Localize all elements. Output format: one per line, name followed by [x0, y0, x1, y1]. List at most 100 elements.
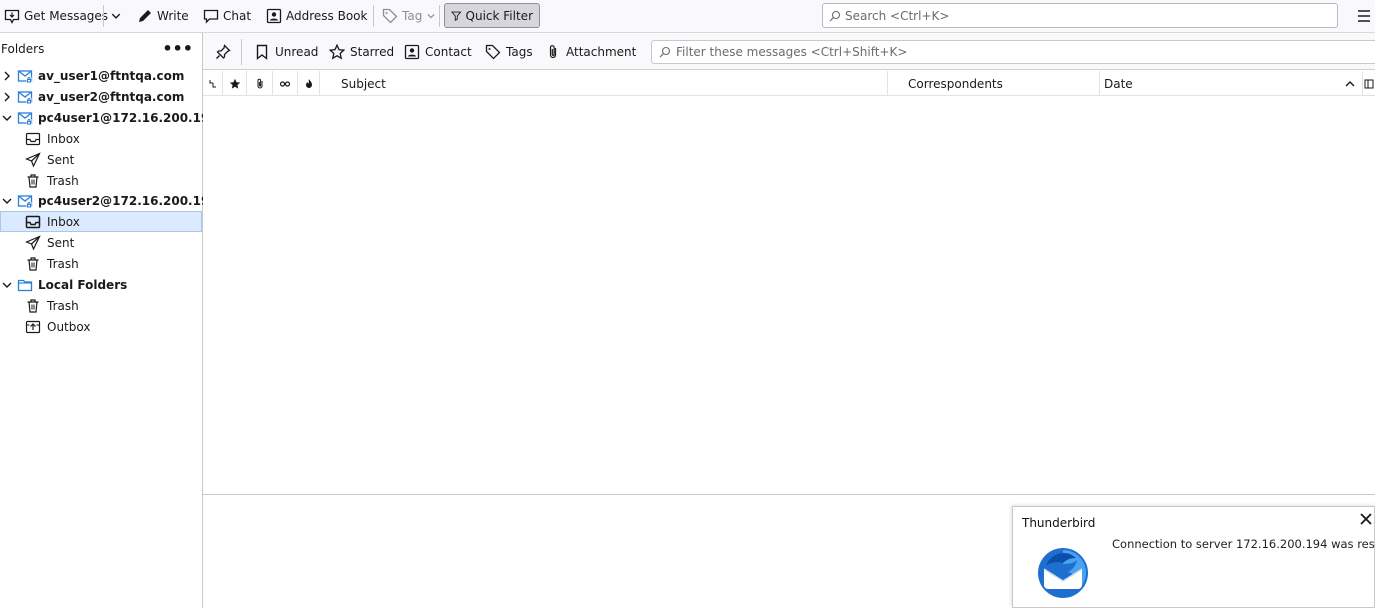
quick-filter-button[interactable]: Quick Filter: [444, 3, 540, 28]
folder-row-trash[interactable]: Trash: [0, 295, 202, 316]
chevron-down-icon[interactable]: [2, 280, 12, 290]
thunderbird-logo-icon: [1038, 548, 1088, 598]
main-toolbar: Get Messages Write Chat Address Book Tag…: [0, 0, 1375, 33]
read-status-icon: [279, 80, 291, 87]
chevron-right-icon[interactable]: [2, 71, 12, 81]
star-icon: [329, 44, 345, 60]
account-name: av_user1@ftntqa.com: [38, 68, 185, 83]
get-messages-dropdown[interactable]: [110, 4, 122, 28]
account-name: pc4user1@172.16.200.194: [38, 110, 218, 125]
contact-card-icon: [404, 44, 420, 60]
folder-pane-header: Folders •••: [0, 33, 202, 65]
star-filled-icon: [229, 78, 240, 89]
global-search-input[interactable]: Search <Ctrl+K>: [822, 3, 1338, 28]
folder-row-sent[interactable]: Sent: [0, 149, 202, 170]
toolbar-separator: [373, 5, 374, 27]
write-button[interactable]: Write: [137, 4, 189, 28]
folder-row-inbox-selected[interactable]: Inbox: [0, 211, 202, 232]
filter-starred-button[interactable]: Starred: [329, 42, 394, 62]
local-folders-row[interactable]: Local Folders: [0, 274, 202, 295]
folder-label: Trash: [47, 256, 79, 271]
sort-ascending-icon: [1345, 81, 1355, 87]
folder-row-inbox[interactable]: Inbox: [0, 128, 202, 149]
column-picker[interactable]: [1363, 71, 1375, 96]
account-name: Local Folders: [38, 277, 128, 292]
account-row[interactable]: pc4user1@172.16.200.194: [0, 107, 218, 128]
column-correspondents[interactable]: Correspondents: [888, 71, 1100, 96]
outbox-icon: [25, 320, 41, 333]
hamburger-menu-icon: [1358, 10, 1370, 22]
chevron-right-icon[interactable]: [2, 92, 12, 102]
account-row[interactable]: av_user1@ftntqa.com: [0, 65, 202, 86]
filter-starred-label: Starred: [350, 45, 395, 59]
toolbar-separator: [103, 5, 104, 27]
inbox-icon: [25, 132, 41, 145]
thread-icon: [209, 79, 216, 87]
column-attachment[interactable]: [247, 71, 273, 96]
tag-icon: [485, 44, 501, 60]
trash-icon: [27, 256, 39, 271]
write-label: Write: [157, 9, 189, 23]
chevron-down-icon[interactable]: [2, 113, 12, 123]
get-messages-button[interactable]: Get Messages: [4, 4, 108, 28]
filter-attachment-label: Attachment: [566, 45, 637, 59]
column-junk[interactable]: [298, 71, 320, 96]
toolbar-separator: [439, 5, 440, 27]
account-row[interactable]: av_user2@ftntqa.com: [0, 86, 202, 107]
folder-pane-more-button[interactable]: •••: [162, 41, 193, 57]
address-book-icon: [266, 8, 282, 24]
inbox-icon: [25, 215, 41, 228]
notification-title: Thunderbird: [1022, 516, 1096, 530]
download-icon: [4, 9, 20, 24]
folder-row-sent[interactable]: Sent: [0, 232, 202, 253]
folder-label: Inbox: [47, 214, 80, 229]
account-name: pc4user2@172.16.200.194: [38, 193, 218, 208]
folder-row-trash[interactable]: Trash: [0, 170, 202, 191]
pin-icon: [216, 44, 231, 59]
column-read-status[interactable]: [273, 71, 298, 96]
filter-messages-input[interactable]: Filter these messages <Ctrl+Shift+K>: [651, 40, 1375, 64]
trash-icon: [27, 298, 39, 313]
tag-icon: [382, 8, 398, 24]
folder-pane: Folders ••• av_user1@ftntqa.com av_user2…: [0, 33, 218, 608]
filter-contact-button[interactable]: Contact: [404, 42, 472, 62]
filter-attachment-button[interactable]: Attachment: [545, 42, 636, 62]
folder-icon: [17, 279, 33, 291]
chevron-down-icon[interactable]: [2, 196, 12, 206]
mail-account-icon: [17, 69, 33, 82]
filter-unread-button[interactable]: Unread: [254, 42, 318, 62]
address-book-label: Address Book: [286, 9, 368, 23]
chevron-down-icon: [111, 13, 121, 19]
paperclip-icon: [257, 78, 262, 88]
close-icon[interactable]: [1359, 512, 1373, 526]
column-subject[interactable]: Subject: [320, 71, 888, 96]
column-starred[interactable]: [223, 71, 247, 96]
mail-account-icon: [17, 194, 33, 207]
chevron-down-icon: [427, 14, 435, 19]
column-subject-label: Subject: [341, 76, 386, 91]
bookmark-icon: [256, 44, 268, 60]
folder-label: Trash: [47, 298, 79, 313]
folder-row-outbox[interactable]: Outbox: [0, 316, 202, 337]
send-icon: [25, 234, 41, 250]
search-icon: [829, 10, 841, 21]
folder-pane-title: Folders: [1, 42, 45, 56]
filter-contact-label: Contact: [425, 45, 472, 59]
filter-tags-button[interactable]: Tags: [485, 42, 533, 62]
tag-button[interactable]: Tag: [382, 4, 436, 28]
chat-bubble-icon: [203, 9, 219, 24]
column-thread[interactable]: [203, 71, 223, 96]
account-name: av_user2@ftntqa.com: [38, 89, 185, 104]
address-book-button[interactable]: Address Book: [266, 4, 367, 28]
message-list[interactable]: [203, 96, 1375, 495]
chat-button[interactable]: Chat: [203, 4, 251, 28]
sticky-filter-toggle[interactable]: [210, 41, 236, 63]
column-date[interactable]: Date: [1100, 71, 1363, 96]
account-row[interactable]: pc4user2@172.16.200.194: [0, 190, 218, 211]
paperclip-icon: [549, 45, 557, 59]
flame-icon: [305, 78, 312, 88]
folder-row-trash[interactable]: Trash: [0, 253, 202, 274]
quick-filter-label: Quick Filter: [465, 8, 533, 23]
get-messages-label: Get Messages: [24, 9, 109, 23]
app-menu-button[interactable]: [1356, 8, 1372, 24]
